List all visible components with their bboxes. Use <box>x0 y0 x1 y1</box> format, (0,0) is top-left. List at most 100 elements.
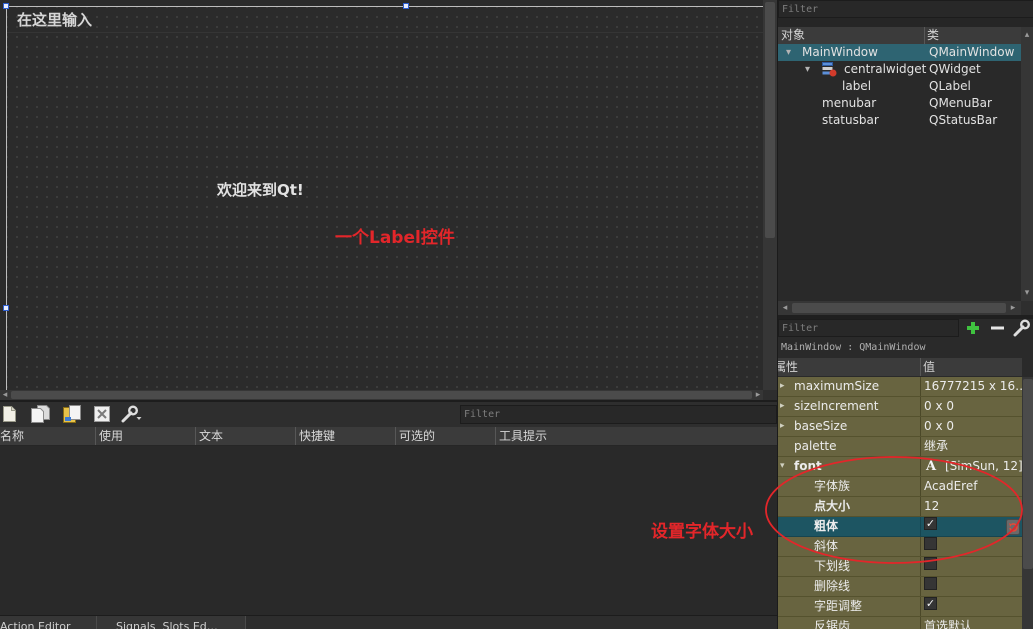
dock-gap <box>778 18 1033 27</box>
cell-divider <box>920 417 921 436</box>
property-value[interactable]: 首选默认 <box>924 617 972 629</box>
property-context-label: MainWindow : QMainWindow <box>781 342 926 353</box>
header-class[interactable]: 类 <box>927 27 939 44</box>
object-name: menubar <box>822 96 877 110</box>
kerning-checkbox[interactable]: ✓ <box>924 597 937 610</box>
resize-handle-top[interactable] <box>403 3 409 9</box>
scrollbar-thumb[interactable] <box>11 391 752 399</box>
action-filter-input[interactable] <box>460 405 777 424</box>
main-window-form[interactable] <box>6 6 763 390</box>
header-divider[interactable] <box>920 358 921 376</box>
cell-divider <box>920 617 921 629</box>
remove-icon[interactable] <box>990 320 1005 336</box>
tab-signals-slots-editor[interactable]: Signals Slots Ed… <box>97 616 246 629</box>
wrench-icon[interactable] <box>1013 319 1033 337</box>
object-class: QMainWindow <box>929 45 1015 59</box>
property-filter-input[interactable] <box>778 319 959 337</box>
property-name: 删除线 <box>814 579 851 593</box>
scroll-down-arrow-icon[interactable]: ▾ <box>1022 288 1032 298</box>
annotation-ellipse <box>765 456 1023 564</box>
scroll-left-arrow-icon[interactable]: ◂ <box>0 390 10 400</box>
scrollbar-corner <box>1021 301 1033 315</box>
action-editor-toolbar <box>0 402 777 427</box>
property-row-strikeout[interactable]: 删除线 <box>778 577 1022 597</box>
object-name: centralwidget <box>844 62 927 76</box>
property-row-basesize[interactable]: ▸ baseSize 0 x 0 <box>778 417 1022 437</box>
property-name: sizeIncrement <box>794 399 879 413</box>
property-row-kerning[interactable]: 字距调整 ✓ <box>778 597 1022 617</box>
resize-handle-top-left[interactable] <box>3 3 9 9</box>
canvas-horizontal-scrollbar[interactable]: ◂ ▸ <box>0 390 763 400</box>
header-divider[interactable] <box>924 27 925 44</box>
tree-row-statusbar[interactable]: statusbar QStatusBar <box>778 112 1021 129</box>
paste-icon[interactable] <box>63 405 81 423</box>
property-value[interactable]: 0 x 0 <box>924 417 954 436</box>
new-file-icon[interactable] <box>3 406 16 422</box>
object-class: QLabel <box>929 79 971 93</box>
object-tree-vertical-scrollbar[interactable]: ▴ ▾ <box>1021 27 1033 301</box>
object-name: statusbar <box>822 113 879 127</box>
expand-arrow-icon[interactable]: ▸ <box>780 417 785 436</box>
annotation-label-control: 一个Label控件 <box>335 228 455 248</box>
property-value[interactable]: 0 x 0 <box>924 397 954 416</box>
property-editor-header: 属性 值 <box>778 358 1022 376</box>
cell-divider <box>920 397 921 416</box>
tree-row-menubar[interactable]: menubar QMenuBar <box>778 95 1021 112</box>
column-header-text[interactable]: 文本 <box>196 427 296 445</box>
object-filter-input[interactable] <box>778 0 1033 18</box>
tree-row-label[interactable]: label QLabel <box>778 78 1021 95</box>
scrollbar-thumb[interactable] <box>792 303 1006 313</box>
menubar-placeholder[interactable]: 在这里输入 <box>17 10 92 30</box>
layout-icon <box>822 62 837 77</box>
property-name: 字距调整 <box>814 599 863 613</box>
action-table-header: 名称 使用 文本 快捷键 可选的 工具提示 <box>0 427 777 446</box>
header-value[interactable]: 值 <box>923 358 935 376</box>
expand-arrow-icon[interactable]: ▸ <box>780 377 785 396</box>
strikeout-checkbox[interactable] <box>924 577 937 590</box>
scroll-left-arrow-icon[interactable]: ◂ <box>780 303 790 313</box>
annotation-set-font-size: 设置字体大小 <box>651 522 753 542</box>
expand-arrow-icon[interactable]: ▾ <box>786 44 791 61</box>
property-name: maximumSize <box>794 379 880 393</box>
property-row-sizeincrement[interactable]: ▸ sizeIncrement 0 x 0 <box>778 397 1022 417</box>
column-header-used[interactable]: 使用 <box>96 427 196 445</box>
cell-divider <box>920 377 921 396</box>
expand-arrow-icon[interactable]: ▾ <box>805 61 810 78</box>
expand-arrow-icon[interactable]: ▸ <box>780 397 785 416</box>
scroll-right-arrow-icon[interactable]: ▸ <box>753 390 763 400</box>
wrench-icon[interactable] <box>121 405 143 423</box>
column-header-checkable[interactable]: 可选的 <box>396 427 496 445</box>
delete-icon[interactable] <box>94 406 110 422</box>
object-inspector-header: 对象 类 <box>778 27 1021 44</box>
bottom-tab-bar: Action Editor Signals Slots Ed… <box>0 615 777 629</box>
form-canvas[interactable]: 在这里输入 欢迎来到Qt! <box>0 0 763 390</box>
scroll-right-arrow-icon[interactable]: ▸ <box>1008 303 1018 313</box>
column-header-name[interactable]: 名称 <box>0 427 96 445</box>
resize-handle-left[interactable] <box>3 305 9 311</box>
object-tree-horizontal-scrollbar[interactable]: ◂ ▸ <box>778 301 1021 315</box>
property-row-maximumsize[interactable]: ▸ maximumSize 16777215 x 16… <box>778 377 1022 397</box>
property-name: baseSize <box>794 419 848 433</box>
tree-row-centralwidget[interactable]: ▾ centralwidget QWidget <box>778 61 1021 78</box>
column-header-shortcut[interactable]: 快捷键 <box>296 427 396 445</box>
object-name: label <box>842 79 872 93</box>
label-widget[interactable]: 欢迎来到Qt! <box>217 180 304 200</box>
column-header-tooltip[interactable]: 工具提示 <box>496 427 777 445</box>
property-name: 反锯齿 <box>814 619 851 629</box>
object-class: QMenuBar <box>929 96 992 110</box>
scrollbar-corner <box>763 390 777 400</box>
tab-action-editor[interactable]: Action Editor <box>0 616 97 629</box>
property-value[interactable]: 16777215 x 16… <box>924 377 1022 396</box>
add-icon[interactable] <box>965 320 981 336</box>
tree-row-mainwindow[interactable]: ▾ MainWindow QMainWindow <box>778 44 1021 61</box>
form-menubar[interactable] <box>7 7 763 33</box>
scroll-up-arrow-icon[interactable]: ▴ <box>1022 30 1032 40</box>
copy-icon[interactable] <box>31 405 51 423</box>
scrollbar-thumb[interactable] <box>765 2 775 238</box>
object-tree[interactable]: ▾ MainWindow QMainWindow ▾ centralwidget… <box>778 44 1021 301</box>
header-object[interactable]: 对象 <box>781 27 805 44</box>
header-property[interactable]: 属性 <box>778 358 798 376</box>
object-name: MainWindow <box>802 45 878 59</box>
property-row-antialiasing[interactable]: 反锯齿 首选默认 <box>778 617 1022 629</box>
canvas-vertical-scrollbar[interactable] <box>763 0 777 390</box>
